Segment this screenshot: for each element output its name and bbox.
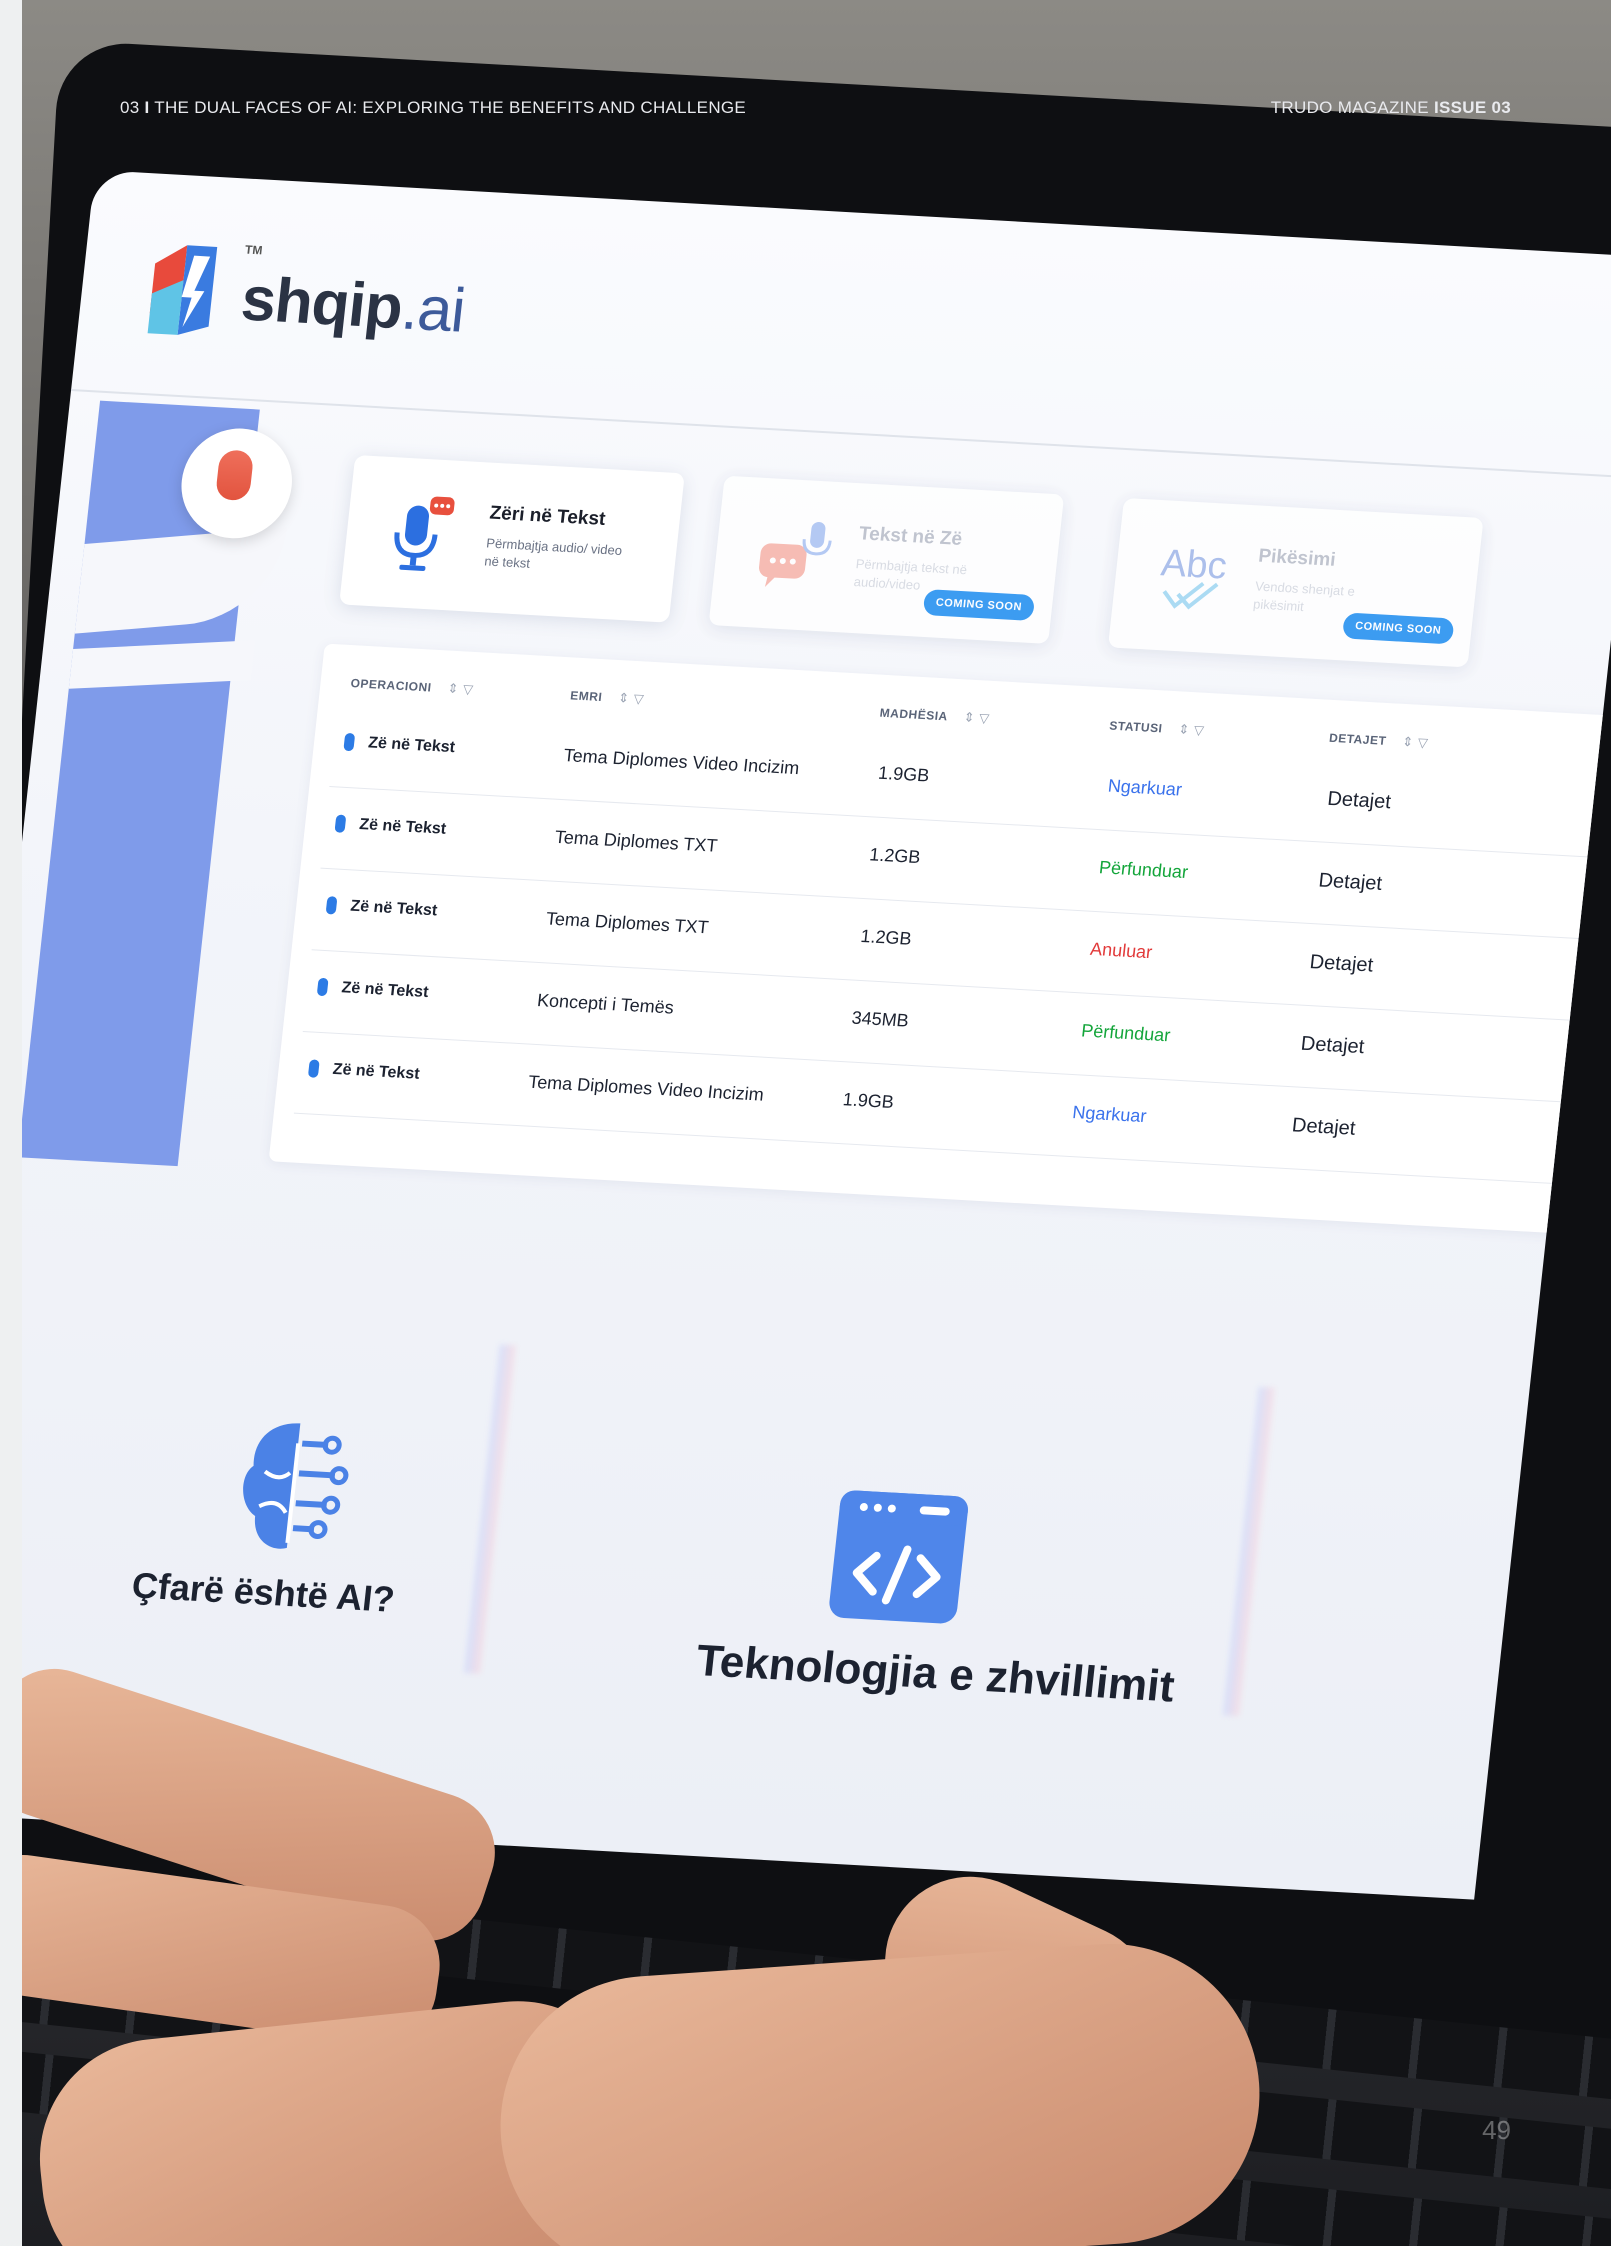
mic-icon <box>316 977 329 997</box>
operation-label: Zë në Tekst <box>340 979 430 1002</box>
header-label: EMRI <box>569 688 604 705</box>
name-cell: Tema Diplomes Video Incizim <box>562 745 801 779</box>
operation-label: Zë në Tekst <box>349 897 439 920</box>
card-title: Tekst në Zë <box>857 523 964 550</box>
size-cell: 1.9GB <box>841 1089 895 1112</box>
page-margin <box>0 0 22 2246</box>
status-badge: Anuluar <box>1089 938 1154 963</box>
size-cell: 1.2GB <box>868 844 922 868</box>
coming-soon-badge: COMING SOON <box>1341 612 1455 645</box>
shqip-logo-icon[interactable] <box>137 233 239 348</box>
details-link[interactable]: Detajet <box>1308 951 1375 977</box>
magazine-name: TRUDO MAGAZINE <box>1270 98 1429 117</box>
abc-check-icon: Abc <box>1159 542 1229 610</box>
microphone-icon <box>394 496 455 571</box>
abc-icon-text: Abc <box>1159 542 1229 587</box>
header-label: STATUSI <box>1108 718 1164 736</box>
article-title: THE DUAL FACES OF AI: EXPLORING THE BENE… <box>154 98 747 117</box>
logo-suffix: .ai <box>398 273 468 346</box>
sort-filter-icon[interactable]: ⇕ ▽ <box>617 690 645 706</box>
operation-cell: Zë në Tekst <box>316 977 430 1002</box>
brain-circuit-icon <box>243 1423 349 1549</box>
header-label: OPERACIONI <box>349 676 433 695</box>
operation-cell: Zë në Tekst <box>343 732 456 757</box>
running-header-left: 03 I THE DUAL FACES OF AI: EXPLORING THE… <box>120 98 746 118</box>
name-cell: Tema Diplomes TXT <box>545 908 710 938</box>
size-cell: 1.2GB <box>859 925 913 949</box>
sort-filter-icon[interactable]: ⇕ ▽ <box>447 681 475 697</box>
logo-main: shqip <box>237 264 406 343</box>
details-link[interactable]: Detajet <box>1326 788 1392 814</box>
column-header-emri[interactable]: EMRI ⇕ ▽ <box>569 687 646 707</box>
operation-label: Zë në Tekst <box>358 816 448 838</box>
magazine-page: TM shqip.ai Zëri në Tekst Përmbajtja aud… <box>0 0 1611 2246</box>
status-badge: Ngarkuar <box>1071 1102 1148 1127</box>
running-header-right: TRUDO MAGAZINE ISSUE 03 <box>1271 98 1511 118</box>
card-title: Zëri në Tekst <box>488 502 607 530</box>
header-divider <box>70 389 1611 479</box>
details-link[interactable]: Detajet <box>1317 869 1383 895</box>
app-logo-text[interactable]: shqip.ai <box>238 264 468 347</box>
details-link[interactable]: Detajet <box>1300 1033 1366 1059</box>
name-cell: Tema Diplomes Video Incizim <box>527 1071 765 1105</box>
operations-table: OPERACIONI ⇕ ▽ EMRI ⇕ ▽ MADHËSIA ⇕ ▽ STATUS… <box>268 643 1611 1234</box>
header-separator: I <box>144 98 150 117</box>
coming-soon-badge: COMING SOON <box>922 588 1036 622</box>
sidebar-wave <box>74 527 288 634</box>
column-header-detajet[interactable]: DETAJET ⇕ ▽ <box>1328 730 1429 751</box>
status-badge: Përfunduar <box>1098 857 1190 883</box>
sort-filter-icon[interactable]: ⇕ ▽ <box>1402 734 1430 750</box>
laptop-screen: TM shqip.ai Zëri në Tekst Përmbajtja aud… <box>0 170 1611 1900</box>
column-header-statusi[interactable]: STATUSI ⇕ ▽ <box>1109 718 1206 739</box>
logo-trademark: TM <box>244 242 264 258</box>
code-window-icon <box>829 1490 968 1624</box>
size-cell: 1.9GB <box>877 762 931 786</box>
header-label: MADHËSIA <box>879 705 949 724</box>
operation-label: Zë në Tekst <box>367 734 456 757</box>
mic-icon <box>334 814 347 833</box>
mic-icon <box>343 732 356 752</box>
mic-icon <box>307 1059 320 1078</box>
mic-icon <box>214 449 255 502</box>
card-punctuation[interactable]: Abc Pikësimi Vendos shenjat e pikësimit … <box>1107 497 1484 668</box>
issue-label: ISSUE 03 <box>1433 98 1511 117</box>
operation-cell: Zë në Tekst <box>325 896 439 920</box>
name-cell: Koncepti i Temës <box>536 990 675 1018</box>
feature-title-technology: Teknologjia e zhvillimit <box>693 1636 1177 1712</box>
decorative-glow <box>1222 1386 1275 1717</box>
card-text-to-voice[interactable]: Tekst në Zë Përmbajtja tekst në audio/vi… <box>708 475 1065 644</box>
operation-cell: Zë në Tekst <box>334 814 447 838</box>
column-header-operacioni[interactable]: OPERACIONI ⇕ ▽ <box>349 675 475 698</box>
sort-filter-icon[interactable]: ⇕ ▽ <box>1178 721 1206 737</box>
decorative-glow <box>464 1344 516 1674</box>
name-cell: Tema Diplomes TXT <box>553 826 719 856</box>
page-prefix: 03 <box>120 98 140 117</box>
feature-title-what-is-ai: Çfarë është AI? <box>129 1564 397 1620</box>
card-voice-to-text[interactable]: Zëri në Tekst Përmbajtja audio/ video në… <box>339 454 685 623</box>
card-subtitle: Përmbajtja audio/ video në tekst <box>483 535 623 571</box>
header-label: DETAJET <box>1328 730 1388 748</box>
chat-bubble-icon <box>759 521 832 588</box>
operation-label: Zë në Tekst <box>331 1060 421 1083</box>
status-badge: Ngarkuar <box>1106 775 1183 800</box>
details-link[interactable]: Detajet <box>1291 1114 1357 1140</box>
mic-icon <box>325 896 338 915</box>
card-title: Pikësimi <box>1257 545 1337 571</box>
size-cell: 345MB <box>850 1007 910 1031</box>
column-header-madhesia[interactable]: MADHËSIA ⇕ ▽ <box>879 705 991 727</box>
page-number: 49 <box>1482 2115 1511 2145</box>
operation-cell: Zë në Tekst <box>307 1059 421 1083</box>
status-badge: Përfunduar <box>1080 1020 1172 1046</box>
sort-filter-icon[interactable]: ⇕ ▽ <box>963 709 991 725</box>
